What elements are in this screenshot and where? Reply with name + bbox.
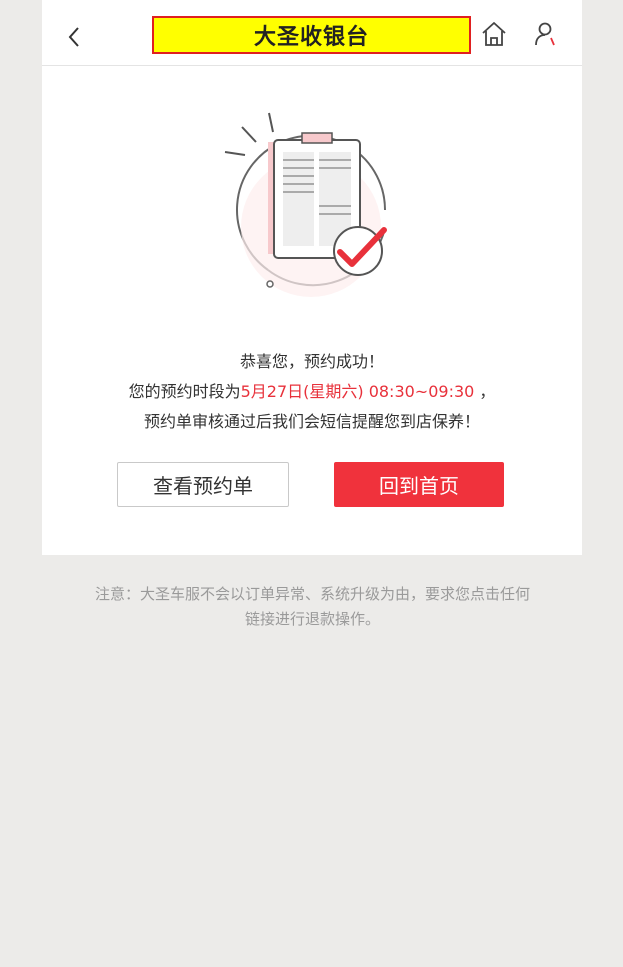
home-icon (482, 22, 506, 46)
user-icon (535, 22, 555, 46)
slot-time: 5月27日(星期六) 08:30~09:30 (240, 382, 475, 401)
view-appointment-button[interactable]: 查看预约单 (117, 462, 289, 507)
back-to-home-button[interactable]: 回到首页 (334, 462, 504, 507)
header-bar: 大圣收银台 (42, 0, 582, 66)
user-button[interactable] (532, 20, 560, 48)
success-message: 恭喜您，预约成功！ (239, 352, 384, 371)
slot-suffix: ， (474, 382, 496, 401)
success-illustration (222, 110, 402, 305)
security-notice: 注意：大圣车服不会以订单异常、系统升级为由，要求您点击任何链接进行退款操作。 (95, 585, 531, 628)
appointment-slot: 您的预约时段为5月27日(星期六) 08:30~09:30 ， (42, 378, 582, 402)
chevron-left-icon (68, 27, 79, 47)
review-note: 预约单审核通过后我们会短信提醒您到店保养！ (143, 412, 480, 431)
slot-prefix: 您的预约时段为 (128, 382, 241, 401)
content-card: 大圣收银台 恭喜您，预约成功！ 您的预约时段为5月27日(星期六) 08:30~… (42, 0, 582, 555)
page-title: 大圣收银台 (152, 16, 471, 54)
back-button[interactable] (64, 22, 88, 52)
home-button[interactable] (480, 20, 508, 48)
clipboard-checkmark-icon (224, 112, 387, 297)
